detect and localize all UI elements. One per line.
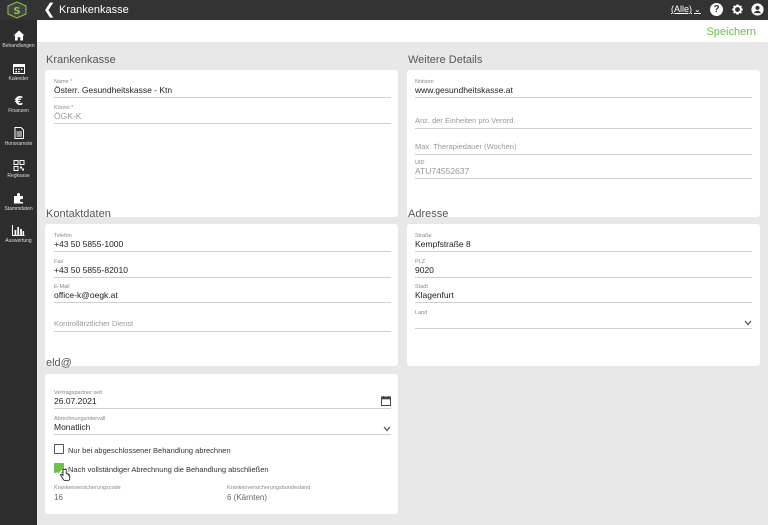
abrechnungsintervall-select[interactable]: Abrechnungsintervall Monatlich [54, 416, 391, 435]
field-placeholder: Anz. der Einheiten pro Verord. [415, 116, 516, 125]
home-icon [13, 30, 24, 41]
field-value: Kempfstraße 8 [415, 239, 471, 249]
vertragspartner-date-field[interactable]: Vertragspartner seit 26.07.2021 [54, 390, 391, 409]
sidebar-item-label: Finanzen [8, 108, 29, 114]
card-details: Notizen www.gesundheitskasse.at Anz. der… [407, 70, 760, 217]
filter-dropdown[interactable]: (Alle) ⌄ [671, 4, 701, 14]
field-value: 26.07.2021 [54, 396, 97, 406]
field-value: Monatlich [54, 422, 91, 432]
fax-field[interactable]: Fax +43 50 5855-82010 [54, 259, 391, 278]
checkbox-label: Nur bei abgeschlossener Behandlung abrec… [68, 446, 231, 455]
help-icon[interactable]: ? [710, 3, 723, 16]
notizen-field[interactable]: Notizen www.gesundheitskasse.at [415, 79, 752, 98]
calendar-icon [12, 64, 25, 74]
kuerzel-field[interactable]: Kürzel * ÖGK-K [54, 105, 391, 124]
card-krankenkasse: Name * Österr. Gesundheitskasse - Ktn Kü… [45, 70, 398, 217]
therapiedauer-field[interactable]: Max. Therapiedauer (Wochen) [415, 137, 752, 155]
field-value: office-k@oegk.at [54, 290, 118, 300]
code-value: 16 [54, 493, 63, 502]
puzzle-icon [13, 193, 23, 204]
section-title-elda: eld@ [46, 357, 72, 369]
back-arrow-icon[interactable]: ❮ [43, 2, 56, 17]
code-label: Krankenversicherungscode [54, 485, 121, 491]
section-title-krankenkasse: Krankenkasse [46, 54, 116, 66]
save-button[interactable]: Speichern [706, 26, 756, 38]
bundesland-value: 6 (Kärnten) [227, 493, 268, 502]
bundesland-label: Krankenversicherungsbundesland [227, 485, 311, 491]
card-adresse: Straße Kempfstraße 8 PLZ 9020 Stadt Klag… [407, 224, 760, 366]
sidebar-item-label: Stammdaten [4, 206, 33, 212]
card-elda: Vertragspartner seit 26.07.2021 Abrechnu… [45, 374, 398, 514]
section-title-kontakt: Kontaktdaten [46, 208, 111, 220]
gear-icon[interactable] [731, 3, 744, 16]
sidebar-item-kalender[interactable]: Kalender [0, 63, 37, 93]
land-select[interactable]: Land [415, 310, 752, 329]
field-value: Klagenfurt [415, 290, 454, 300]
sidebar-item-honorarnote[interactable]: Honorarnote [0, 127, 37, 157]
abgeschlossen-checkbox[interactable] [54, 444, 64, 454]
svg-text:S: S [13, 6, 20, 17]
uid-field[interactable]: UID ATU74552637 [415, 160, 752, 179]
name-field[interactable]: Name * Österr. Gesundheitskasse - Ktn [54, 79, 391, 98]
sidebar: Behandlungen Kalender € Finanzen Honorar… [0, 20, 37, 525]
card-kontakt: Telefon +43 50 5855-1000 Fax +43 50 5855… [45, 224, 398, 366]
page-title: Krankenkasse [59, 4, 129, 16]
field-value: ÖGK-K [54, 111, 82, 121]
checkbox-label: Nach vollständiger Abrechnung die Behand… [68, 465, 269, 474]
section-title-adresse: Adresse [408, 208, 449, 220]
plz-field[interactable]: PLZ 9020 [415, 259, 752, 278]
strasse-field[interactable]: Straße Kempfstraße 8 [415, 233, 752, 252]
euro-icon: € [13, 95, 22, 106]
chevron-down-icon [383, 426, 391, 432]
einheiten-field[interactable]: Anz. der Einheiten pro Verord. [415, 111, 752, 129]
app-window: S ❮ Krankenkasse (Alle) ⌄ ? Behandlungen … [0, 0, 768, 525]
sidebar-item-label: Regkasse [7, 173, 30, 179]
section-title-details: Weitere Details [408, 54, 483, 66]
sidebar-item-stammdaten[interactable]: Stammdaten [0, 192, 37, 222]
user-icon[interactable] [751, 3, 764, 16]
sidebar-item-auswertung[interactable]: Auswertung [0, 225, 37, 255]
main-content: Speichern Krankenkasse Name * Österr. Ge… [37, 20, 768, 525]
stadt-field[interactable]: Stadt Klagenfurt [415, 284, 752, 303]
email-field[interactable]: E-Mail office-k@oegk.at [54, 284, 391, 303]
sidebar-item-label: Kalender [8, 76, 29, 82]
chevron-down-icon: ⌄ [694, 5, 701, 14]
telefon-field[interactable]: Telefon +43 50 5855-1000 [54, 233, 391, 252]
sidebar-item-finanzen[interactable]: € Finanzen [0, 95, 37, 125]
field-value: +43 50 5855-1000 [54, 239, 124, 249]
sidebar-item-label: Honorarnote [4, 141, 33, 147]
field-placeholder: Max. Therapiedauer (Wochen) [415, 142, 517, 151]
sidebar-item-behandlungen[interactable]: Behandlungen [0, 30, 37, 60]
field-value: 9020 [415, 265, 434, 275]
qr-icon [13, 160, 24, 171]
calendar-icon[interactable] [381, 396, 391, 406]
field-value: ATU74552637 [415, 166, 470, 176]
action-bar: Speichern [37, 20, 768, 42]
document-icon [14, 127, 24, 139]
filter-label: (Alle) [671, 4, 693, 14]
hand-cursor-icon [60, 468, 71, 481]
svg-text:€: € [13, 95, 22, 106]
field-placeholder: Kontrollärztlicher Dienst [54, 319, 134, 328]
sidebar-item-regkasse[interactable]: Regkasse [0, 160, 37, 190]
sidebar-item-label: Behandlungen [2, 43, 35, 49]
chevron-down-icon [744, 320, 752, 326]
kontrollarzt-field[interactable]: Kontrollärztlicher Dienst [54, 314, 391, 332]
field-value: Österr. Gesundheitskasse - Ktn [54, 85, 173, 95]
sidebar-item-label: Auswertung [5, 238, 32, 244]
app-logo-icon[interactable]: S [6, 1, 28, 19]
field-label: Land [415, 310, 428, 316]
field-value: www.gesundheitskasse.at [415, 85, 513, 95]
bar-chart-icon [12, 225, 25, 236]
field-value: +43 50 5855-82010 [54, 265, 128, 275]
top-bar: S ❮ Krankenkasse (Alle) ⌄ ? [0, 0, 768, 20]
